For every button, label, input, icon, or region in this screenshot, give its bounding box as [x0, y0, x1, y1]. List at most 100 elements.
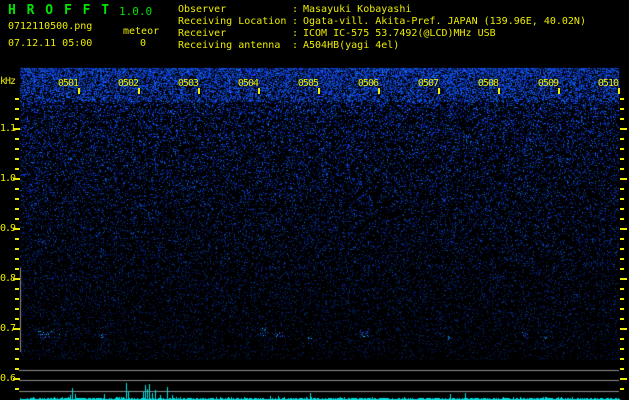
frequency-major-tick-right: [620, 128, 627, 130]
frequency-minor-tick-left: [15, 218, 19, 220]
frequency-major-tick-left: [13, 328, 20, 330]
frequency-minor-tick-left: [15, 148, 19, 150]
time-label-0508: 0508: [477, 78, 499, 89]
time-tick-mark: [198, 88, 200, 94]
frequency-minor-tick-right: [620, 288, 624, 290]
time-tick-mark: [618, 88, 620, 94]
frequency-minor-tick-left: [15, 318, 19, 320]
app-title: H R O F F T: [8, 3, 111, 18]
observation-timestamp: 07.12.11 05:00: [8, 38, 93, 49]
frequency-minor-tick-left: [15, 338, 19, 340]
frequency-minor-tick-left: [15, 248, 19, 250]
frequency-minor-tick-right: [620, 118, 624, 120]
frequency-label-1.0: 1.0: [0, 173, 16, 184]
frequency-major-tick-left: [13, 278, 20, 280]
frequency-minor-tick-right: [620, 108, 624, 110]
frequency-minor-tick-right: [620, 368, 624, 370]
time-tick-mark: [498, 88, 500, 94]
time-tick-mark: [78, 88, 80, 94]
frequency-minor-tick-right: [620, 248, 624, 250]
frequency-minor-tick-left: [15, 118, 19, 120]
frequency-minor-tick-right: [620, 198, 624, 200]
observer-info-block: Observer: Masayuki Kobayashi Receiving Loc…: [178, 5, 586, 53]
frequency-minor-tick-left: [15, 238, 19, 240]
frequency-major-tick-right: [620, 378, 627, 380]
info-label: Receiving antenna: [178, 40, 281, 51]
frequency-minor-tick-right: [620, 218, 624, 220]
time-label-0503: 0503: [177, 78, 199, 89]
app-version: 1.0.0: [119, 5, 153, 18]
frequency-minor-tick-right: [620, 98, 624, 100]
time-label-0510: 0510: [597, 78, 619, 89]
frequency-label-0.7: 0.7: [0, 323, 16, 334]
frequency-minor-tick-right: [620, 188, 624, 190]
frequency-minor-tick-left: [15, 348, 19, 350]
frequency-minor-tick-right: [620, 298, 624, 300]
frequency-minor-tick-left: [15, 388, 19, 390]
frequency-minor-tick-left: [15, 198, 19, 200]
time-label-0505: 0505: [297, 78, 319, 89]
frequency-major-tick-left: [13, 128, 20, 130]
frequency-minor-tick-left: [15, 268, 19, 270]
frequency-minor-tick-right: [620, 358, 624, 360]
time-tick-mark: [558, 88, 560, 94]
frequency-minor-tick-right: [620, 168, 624, 170]
frequency-minor-tick-right: [620, 138, 624, 140]
frequency-label-0.9: 0.9: [0, 223, 16, 234]
frequency-minor-tick-left: [15, 108, 19, 110]
frequency-major-tick-right: [620, 278, 627, 280]
frequency-label-1.1: 1.1: [0, 123, 16, 134]
time-tick-mark: [378, 88, 380, 94]
frequency-minor-tick-left: [15, 188, 19, 190]
frequency-major-tick-left: [13, 378, 20, 380]
time-tick-mark: [258, 88, 260, 94]
time-label-0502: 0502: [117, 78, 139, 89]
frequency-minor-tick-right: [620, 338, 624, 340]
frequency-major-tick-right: [620, 228, 627, 230]
frequency-minor-tick-left: [15, 208, 19, 210]
frequency-minor-tick-right: [620, 208, 624, 210]
frequency-minor-tick-left: [15, 168, 19, 170]
info-separator: :: [292, 40, 299, 51]
frequency-minor-tick-right: [620, 268, 624, 270]
frequency-minor-tick-left: [15, 358, 19, 360]
frequency-minor-tick-left: [15, 158, 19, 160]
time-label-0507: 0507: [417, 78, 439, 89]
frequency-minor-tick-left: [15, 298, 19, 300]
frequency-minor-tick-left: [15, 258, 19, 260]
frequency-minor-tick-left: [15, 368, 19, 370]
frequency-minor-tick-left: [15, 98, 19, 100]
time-tick-mark: [438, 88, 440, 94]
output-filename: 0712110500.png: [8, 21, 93, 32]
frequency-label-0.8: 0.8: [0, 273, 16, 284]
frequency-major-tick-right: [620, 328, 627, 330]
frequency-unit-label: kHz: [0, 76, 16, 87]
time-label-0501: 0501: [57, 78, 79, 89]
spectrogram-canvas: [0, 0, 629, 400]
meteor-counter-value: 0: [140, 38, 147, 49]
info-value: A504HB(yagi 4el): [303, 40, 400, 51]
frequency-minor-tick-right: [620, 308, 624, 310]
frequency-label-0.6: 0.6: [0, 373, 16, 384]
frequency-minor-tick-left: [15, 138, 19, 140]
time-tick-mark: [138, 88, 140, 94]
frequency-minor-tick-right: [620, 258, 624, 260]
frequency-minor-tick-right: [620, 388, 624, 390]
time-tick-mark: [318, 88, 320, 94]
meteor-counter-label: meteor: [123, 26, 160, 37]
frequency-minor-tick-right: [620, 318, 624, 320]
frequency-major-tick-left: [13, 228, 20, 230]
frequency-minor-tick-right: [620, 238, 624, 240]
frequency-minor-tick-left: [15, 288, 19, 290]
frequency-minor-tick-right: [620, 148, 624, 150]
frequency-minor-tick-right: [620, 158, 624, 160]
frequency-major-tick-right: [620, 178, 627, 180]
time-label-0509: 0509: [537, 78, 559, 89]
time-label-0506: 0506: [357, 78, 379, 89]
hrofft-screen: H R O F F T 1.0.0 0712110500.png meteor …: [0, 0, 629, 400]
frequency-minor-tick-left: [15, 308, 19, 310]
info-row-3: Receiving antenna: A504HB(yagi 4el): [178, 41, 586, 53]
time-label-0504: 0504: [237, 78, 259, 89]
frequency-minor-tick-right: [620, 348, 624, 350]
frequency-major-tick-left: [13, 178, 20, 180]
